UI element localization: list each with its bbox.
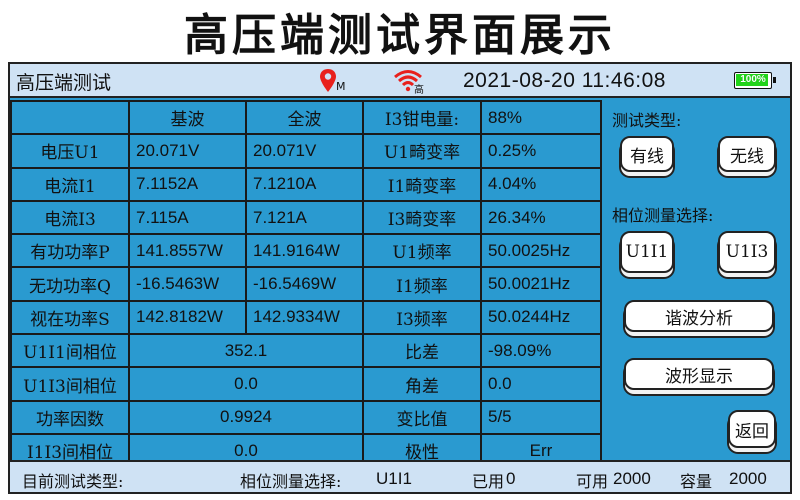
row-label: U1畸变率 bbox=[362, 133, 482, 169]
full-wave-value: 7.1210A bbox=[245, 166, 364, 202]
row-label: 电流I3 bbox=[10, 199, 130, 236]
phase-selection-label: 相位测量选择: bbox=[240, 472, 342, 491]
row-label: 无功功率Q bbox=[10, 266, 130, 302]
back-button[interactable]: 返回 bbox=[728, 410, 776, 448]
full-wave-value: -16.5469W bbox=[245, 266, 364, 302]
row-label: U1频率 bbox=[362, 233, 482, 269]
row-label: 电压U1 bbox=[10, 133, 130, 169]
full-wave-value: 20.071V bbox=[245, 133, 364, 169]
merged-value: 352.1 bbox=[128, 333, 364, 369]
row-label: I1频率 bbox=[362, 266, 482, 302]
table-row: 视在功率S 142.8182W 142.9334W I3频率 50.0244Hz bbox=[10, 299, 602, 336]
row-label: U1I3间相位 bbox=[10, 366, 130, 402]
table-row: U1I3间相位 0.0 角差 0.0 bbox=[10, 366, 602, 402]
table-row: 功率因数 0.9924 变比值 5/5 bbox=[10, 399, 602, 435]
table-row: 电流I1 7.1152A 7.1210A I1畸变率 4.04% bbox=[10, 166, 602, 202]
row-label: I1畸变率 bbox=[362, 166, 482, 202]
table-row: 有功功率P 141.8557W 141.9164W U1频率 50.0025Hz bbox=[10, 233, 602, 269]
row-value: 26.34% bbox=[480, 199, 602, 236]
available-value: 2000 bbox=[613, 469, 651, 488]
row-label: I3畸变率 bbox=[362, 199, 482, 236]
table-header-row: 基波 全波 I3钳电量: 88% bbox=[10, 99, 602, 136]
control-panel: 测试类型: 有线 无线 相位测量选择: U1I1 U1I3 谐波分析 波形显示 … bbox=[600, 100, 790, 458]
battery-icon: 100% bbox=[734, 72, 776, 89]
corner-cell bbox=[10, 99, 130, 136]
table-row: 电流I3 7.115A 7.121A I3畸变率 26.34% bbox=[10, 199, 602, 236]
row-label: 比差 bbox=[362, 333, 482, 369]
status-bar: 目前测试类型: 相位测量选择: U1I1 已用 0 可用 2000 容量 200… bbox=[10, 460, 790, 492]
available-label: 可用 bbox=[576, 472, 609, 491]
test-type-label: 测试类型: bbox=[612, 111, 682, 130]
full-wave-value: 7.121A bbox=[245, 199, 364, 236]
capacity-label: 容量 bbox=[680, 472, 713, 491]
row-value: 50.0244Hz bbox=[480, 299, 602, 336]
column-header-fundamental: 基波 bbox=[128, 99, 247, 136]
full-wave-value: 142.9334W bbox=[245, 299, 364, 336]
merged-value: 0.0 bbox=[128, 366, 364, 402]
row-value: 50.0025Hz bbox=[480, 233, 602, 269]
row-label: 视在功率S bbox=[10, 299, 130, 336]
row-label: 有功功率P bbox=[10, 233, 130, 269]
column-header-full-wave: 全波 bbox=[245, 99, 364, 136]
used-label: 已用 bbox=[472, 472, 505, 491]
phase-select-label: 相位测量选择: bbox=[612, 206, 714, 225]
fundamental-value: 142.8182W bbox=[128, 299, 247, 336]
row-value: 50.0021Hz bbox=[480, 266, 602, 302]
fundamental-value: 7.1152A bbox=[128, 166, 247, 202]
row-value: 4.04% bbox=[480, 166, 602, 202]
table-row: 电压U1 20.071V 20.071V U1畸变率 0.25% bbox=[10, 133, 602, 169]
row-label: I3钳电量: bbox=[362, 99, 482, 136]
merged-value: 0.9924 bbox=[128, 399, 364, 435]
u1i1-button[interactable]: U1I1 bbox=[620, 231, 674, 273]
row-value: 5/5 bbox=[480, 399, 602, 435]
fundamental-value: 141.8557W bbox=[128, 233, 247, 269]
title-bar: 高压端测试 M 高 2021-08-20 11:46:08 100% bbox=[10, 64, 790, 98]
device-screen: 高压端测试 M 高 2021-08-20 11:46:08 100% 基波 全波… bbox=[8, 62, 792, 494]
wired-button[interactable]: 有线 bbox=[620, 136, 674, 172]
location-mode-label: M bbox=[336, 80, 346, 93]
row-label: 角差 bbox=[362, 366, 482, 402]
row-value: -98.09% bbox=[480, 333, 602, 369]
row-label: 功率因数 bbox=[10, 399, 130, 435]
u1i3-button[interactable]: U1I3 bbox=[718, 231, 776, 273]
row-value: 88% bbox=[480, 99, 602, 136]
battery-percent: 100% bbox=[740, 74, 766, 85]
table-row: 无功功率Q -16.5463W -16.5469W I1频率 50.0021Hz bbox=[10, 266, 602, 302]
waveform-display-button[interactable]: 波形显示 bbox=[624, 358, 774, 390]
harmonic-analysis-button[interactable]: 谐波分析 bbox=[624, 300, 774, 332]
screen-title: 高压端测试 bbox=[16, 72, 112, 94]
signal-strength-label: 高 bbox=[414, 85, 424, 96]
capacity-value: 2000 bbox=[729, 469, 767, 488]
measurement-table: 基波 全波 I3钳电量: 88% 电压U1 20.071V 20.071V U1… bbox=[10, 99, 602, 469]
row-label: U1I1间相位 bbox=[10, 333, 130, 369]
row-label: 电流I1 bbox=[10, 166, 130, 202]
row-value: 0.25% bbox=[480, 133, 602, 169]
table-row: U1I1间相位 352.1 比差 -98.09% bbox=[10, 333, 602, 369]
datetime-display: 2021-08-20 11:46:08 bbox=[463, 69, 666, 92]
row-label: I3频率 bbox=[362, 299, 482, 336]
phase-selection-value: U1I1 bbox=[376, 469, 412, 488]
wireless-button[interactable]: 无线 bbox=[718, 136, 776, 172]
fundamental-value: 7.115A bbox=[128, 199, 247, 236]
fundamental-value: 20.071V bbox=[128, 133, 247, 169]
row-label: 变比值 bbox=[362, 399, 482, 435]
page-heading: 高压端测试界面展示 bbox=[184, 10, 616, 61]
row-value: 0.0 bbox=[480, 366, 602, 402]
full-wave-value: 141.9164W bbox=[245, 233, 364, 269]
used-value: 0 bbox=[506, 469, 516, 488]
fundamental-value: -16.5463W bbox=[128, 266, 247, 302]
current-test-type-label: 目前测试类型: bbox=[22, 472, 124, 491]
